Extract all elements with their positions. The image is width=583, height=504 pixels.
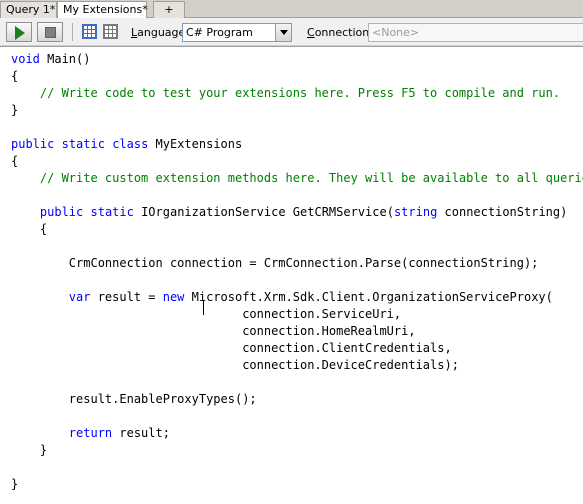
code-line: { — [11, 153, 583, 170]
code-line: var result = new Microsoft.Xrm.Sdk.Clien… — [11, 289, 583, 306]
code-text: Microsoft.Xrm.Sdk.Client.OrganizationSer… — [184, 290, 553, 304]
code-text: } — [11, 477, 19, 491]
code-keyword: new — [162, 290, 185, 304]
code-text: result.EnableProxyTypes(); — [11, 392, 257, 406]
code-text: result = — [90, 290, 163, 304]
code-keyword: string — [393, 205, 438, 219]
code-comment: // Write code to test your extensions he… — [39, 86, 561, 100]
code-text: connection.ServiceUri, — [11, 307, 402, 321]
code-text: result; — [112, 426, 170, 440]
stop-icon — [45, 27, 56, 38]
code-text: connection.ClientCredentials, — [11, 341, 452, 355]
add-tab-button[interactable]: + — [153, 1, 185, 18]
code-line: public static class MyExtensions — [11, 136, 583, 153]
code-line: connection.ClientCredentials, — [11, 340, 583, 357]
text-caret — [203, 300, 204, 315]
code-line: result.EnableProxyTypes(); — [11, 391, 583, 408]
code-text: Main() — [39, 52, 91, 66]
code-line: return result; — [11, 425, 583, 442]
code-keyword: static — [61, 137, 105, 151]
stop-button[interactable] — [37, 22, 63, 42]
code-text: { — [11, 69, 19, 83]
connection-select[interactable]: <None> — [368, 23, 583, 42]
code-text: connection.HomeRealmUri, — [11, 324, 416, 338]
code-keyword: static — [90, 205, 134, 219]
code-line: } — [11, 102, 583, 119]
code-line: connection.HomeRealmUri, — [11, 323, 583, 340]
code-keyword: var — [68, 290, 91, 304]
code-keyword: public — [39, 205, 84, 219]
code-line: { — [11, 221, 583, 238]
code-line: public static IOrganizationService GetCR… — [11, 204, 583, 221]
code-editor[interactable]: void Main(){ // Write code to test your … — [0, 46, 583, 504]
chevron-down-icon[interactable] — [275, 24, 291, 41]
code-line: } — [11, 476, 583, 493]
code-line: CrmConnection connection = CrmConnection… — [11, 255, 583, 272]
code-line: void Main() — [11, 51, 583, 68]
code-text: IOrganizationService GetCRMService( — [133, 205, 394, 219]
language-select[interactable]: C# Program — [182, 23, 292, 42]
results-to-rich-text-icon[interactable] — [82, 24, 97, 39]
tab-strip: Query 1* My Extensions* + — [0, 0, 583, 19]
tab-query-1[interactable]: Query 1* — [0, 1, 57, 18]
code-line: } — [11, 442, 583, 459]
code-text: MyExtensions — [148, 137, 243, 151]
results-to-grid-icon[interactable] — [103, 24, 118, 39]
play-icon — [15, 26, 25, 40]
code-keyword: return — [68, 426, 113, 440]
connection-label: Connection — [307, 26, 370, 39]
code-line: connection.ServiceUri, — [11, 306, 583, 323]
code-keyword: public — [11, 137, 55, 151]
code-text: { — [11, 222, 48, 236]
connection-select-value: <None> — [372, 26, 420, 39]
code-line: { — [11, 68, 583, 85]
code-keyword: void — [11, 52, 40, 66]
language-label: Language — [131, 26, 186, 39]
toolbar-separator — [72, 23, 73, 41]
code-lines: void Main(){ // Write code to test your … — [11, 51, 583, 493]
code-line: // Write custom extension methods here. … — [11, 170, 583, 187]
code-line: // Write code to test your extensions he… — [11, 85, 583, 102]
code-line: connection.DeviceCredentials); — [11, 357, 583, 374]
code-text: } — [11, 443, 48, 457]
code-text: connection.DeviceCredentials); — [11, 358, 459, 372]
code-text: { — [11, 154, 19, 168]
tab-my-extensions[interactable]: My Extensions* — [57, 1, 148, 19]
code-text: } — [11, 103, 19, 117]
run-button[interactable] — [6, 22, 32, 42]
language-select-value: C# Program — [186, 26, 253, 39]
toolbar: Language C# Program Connection <None> — [0, 18, 583, 46]
code-comment: // Write custom extension methods here. … — [39, 171, 583, 185]
code-text: connectionString) — [437, 205, 568, 219]
code-text: CrmConnection connection = CrmConnection… — [11, 256, 539, 270]
code-keyword: class — [112, 137, 149, 151]
